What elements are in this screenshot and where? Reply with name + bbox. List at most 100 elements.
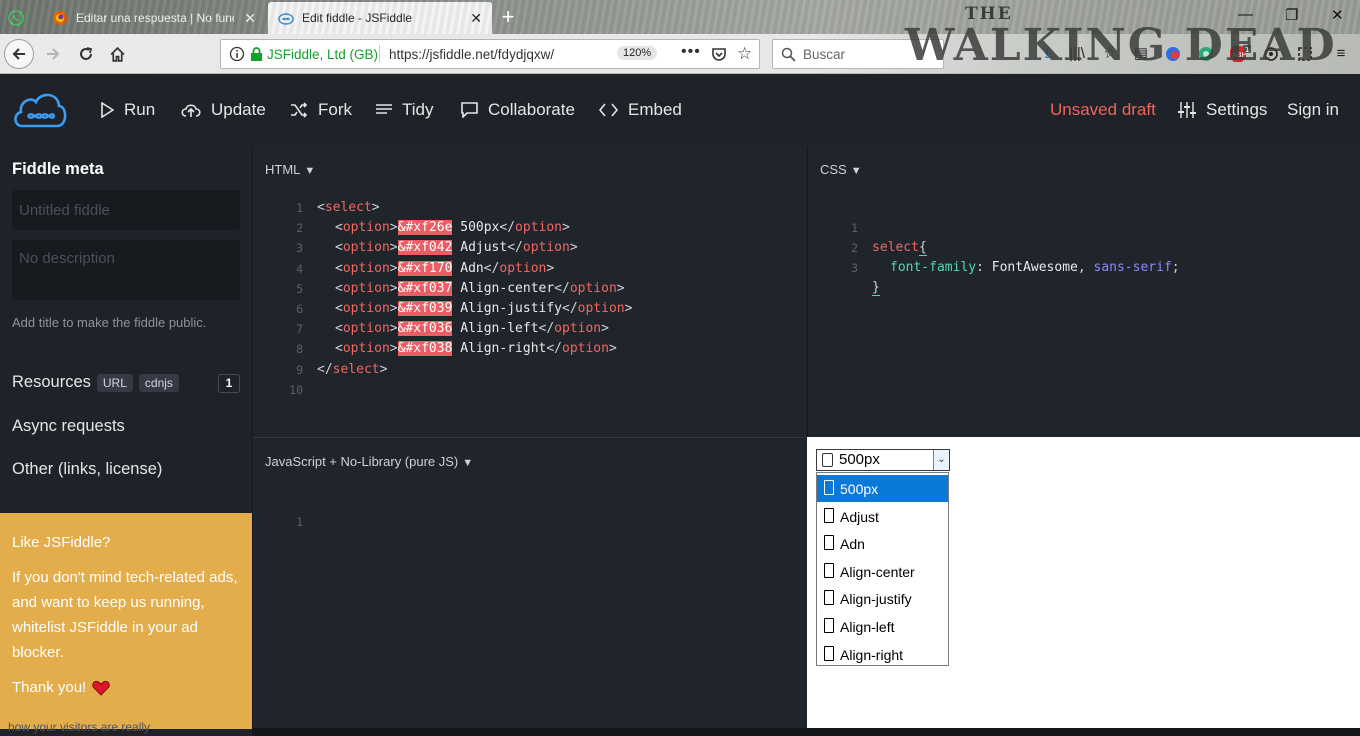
settings-label: Settings [1206, 100, 1268, 119]
select-dropdown-list: 500px Adjust Adn Align-center Align-justify A… [816, 472, 949, 666]
js-panel-label[interactable]: JavaScript + No-Library (pure JS) ▼ [265, 454, 473, 469]
signin-label: Sign in [1287, 100, 1339, 119]
html-code-editor[interactable]: 1 <select> 2 <option>&#xf26e 500px</option>… [253, 198, 807, 418]
taskbar-strip [252, 728, 1360, 736]
shuffle-icon [291, 102, 308, 118]
tab-label: Edit fiddle - JSFiddle [302, 11, 413, 25]
missing-glyph-icon [824, 618, 834, 633]
resource-url-tag[interactable]: URL [96, 373, 133, 392]
caret-down-icon[interactable]: ▼ [304, 165, 315, 177]
close-tab-icon[interactable]: ✕ [244, 10, 256, 27]
sidebar: Fiddle meta Untitled fiddle No descripti… [0, 146, 252, 736]
select-option[interactable]: Align-center [817, 558, 948, 585]
js-code-editor[interactable]: 1 [253, 492, 807, 692]
ad-body: If you don't mind tech-related ads, and … [12, 569, 238, 661]
fork-button[interactable]: Fork [290, 100, 352, 120]
font-select[interactable]: 500px ⌄ [816, 449, 950, 471]
tab-edit-fiddle[interactable]: Edit fiddle - JSFiddle ✕ [268, 2, 492, 34]
url-text[interactable]: https://jsfiddle.net/fdydjqxw/ [389, 47, 554, 62]
tab-editar-respuesta[interactable]: Editar una respuesta | No funci ✕ [42, 2, 266, 34]
caret-down-icon[interactable]: ▼ [851, 165, 862, 177]
tidy-button[interactable]: Tidy [376, 100, 434, 120]
missing-glyph-icon [824, 562, 834, 578]
select-option[interactable]: Align-left [817, 613, 948, 640]
embed-button[interactable]: Embed [599, 100, 682, 120]
caret-down-icon[interactable]: ▼ [462, 457, 473, 469]
public-hint: Add title to make the fiddle public. [12, 315, 207, 330]
jsfiddle-logo-icon[interactable] [12, 88, 68, 130]
tab-whatsapp[interactable] [0, 2, 40, 34]
settings-button[interactable]: Settings [1178, 100, 1267, 120]
align-lines-icon [376, 104, 392, 114]
new-tab-button[interactable]: + [496, 3, 520, 31]
run-button[interactable]: Run [100, 100, 155, 120]
heart-icon [92, 680, 110, 696]
select-option[interactable]: Adn [817, 530, 948, 557]
url-bar[interactable]: JSFiddle, Ltd (GB) https://jsfiddle.net/… [220, 39, 760, 69]
missing-glyph-icon [824, 645, 834, 661]
forward-button[interactable] [38, 39, 68, 69]
jsfiddle-header: Run Update Fork Tidy Collaborate Embed U… [0, 74, 1360, 146]
css-panel[interactable]: CSS ▼ 1 select{ 2 font-family: FontAwesom… [807, 146, 1360, 436]
reload-button[interactable] [71, 39, 101, 69]
collaborate-label: Collaborate [488, 100, 575, 119]
missing-glyph-icon [824, 480, 834, 495]
css-panel-label[interactable]: CSS ▼ [820, 162, 862, 177]
code-line: 1 select{ [851, 221, 927, 256]
css-value-1: FontAwesome [991, 260, 1078, 275]
fiddle-title-input[interactable]: Untitled fiddle [12, 190, 240, 230]
update-button[interactable]: Update [181, 100, 266, 120]
async-requests-link[interactable]: Async requests [12, 417, 125, 436]
home-button[interactable] [102, 39, 132, 69]
html-entity: &#xf042 [397, 240, 453, 256]
play-icon [101, 102, 114, 118]
minimize-icon[interactable]: — [1238, 6, 1253, 23]
close-window-icon[interactable]: ✕ [1331, 6, 1344, 24]
fork-label: Fork [318, 100, 352, 119]
bookmark-star-icon[interactable]: ☆ [737, 44, 752, 64]
lock-icon [251, 47, 262, 61]
ad-thanks: Thank you! [12, 679, 87, 696]
browser-tab-bar: Editar una respuesta | No funci ✕ Edit f… [0, 0, 1360, 71]
unsaved-draft-status[interactable]: Unsaved draft [1050, 100, 1156, 120]
resources-section[interactable]: Resources URL cdnjs [12, 373, 179, 392]
other-links-license-link[interactable]: Other (links, license) [12, 460, 162, 479]
info-icon[interactable] [229, 46, 245, 62]
missing-glyph-icon [824, 590, 834, 606]
select-option[interactable]: Align-right [817, 641, 948, 668]
select-option[interactable]: Adjust [817, 503, 948, 530]
page-actions-icon[interactable]: ••• [681, 43, 701, 61]
pocket-icon[interactable] [711, 46, 727, 62]
chevron-down-icon[interactable]: ⌄ [933, 450, 949, 470]
select-option[interactable]: 500px [817, 475, 948, 502]
update-label: Update [211, 100, 266, 119]
select-option[interactable]: Align-justify [817, 585, 948, 612]
option-label: Align-right [840, 646, 904, 663]
resources-label: Resources [12, 373, 91, 391]
sign-in-button[interactable]: Sign in [1287, 100, 1339, 120]
chat-bubble-icon [461, 102, 478, 118]
back-button[interactable] [4, 39, 34, 69]
code-line: 1 [296, 515, 303, 529]
html-panel-label[interactable]: HTML ▼ [265, 162, 315, 177]
unsaved-label: Unsaved draft [1050, 100, 1156, 119]
html-entity: &#xf170 [397, 260, 453, 276]
close-tab-icon[interactable]: ✕ [470, 10, 482, 27]
option-label: Align-left [840, 619, 895, 635]
css-selector: select [872, 240, 919, 255]
select-value: 500px [839, 451, 880, 468]
zoom-badge[interactable]: 120% [617, 46, 658, 60]
html-panel[interactable]: HTML ▼ 1 <select> 2 <option>&#xf26e 500px</o… [252, 146, 806, 436]
collaborate-button[interactable]: Collaborate [461, 100, 575, 120]
tidy-label: Tidy [402, 100, 434, 119]
option-label: 500px [840, 481, 879, 497]
resource-cdnjs-tag[interactable]: cdnjs [138, 373, 179, 392]
maximize-icon[interactable]: ❐ [1285, 6, 1298, 24]
html-entity: &#xf036 [397, 321, 453, 337]
javascript-panel[interactable]: JavaScript + No-Library (pure JS) ▼ 1 [252, 437, 806, 728]
fiddle-description-input[interactable]: No description [12, 240, 240, 300]
css-code-editor[interactable]: 1 select{ 2 font-family: FontAwesome, sa… [808, 198, 1360, 296]
run-label: Run [124, 100, 156, 119]
500px-glyph-icon [822, 453, 833, 467]
firefox-icon [53, 11, 67, 25]
